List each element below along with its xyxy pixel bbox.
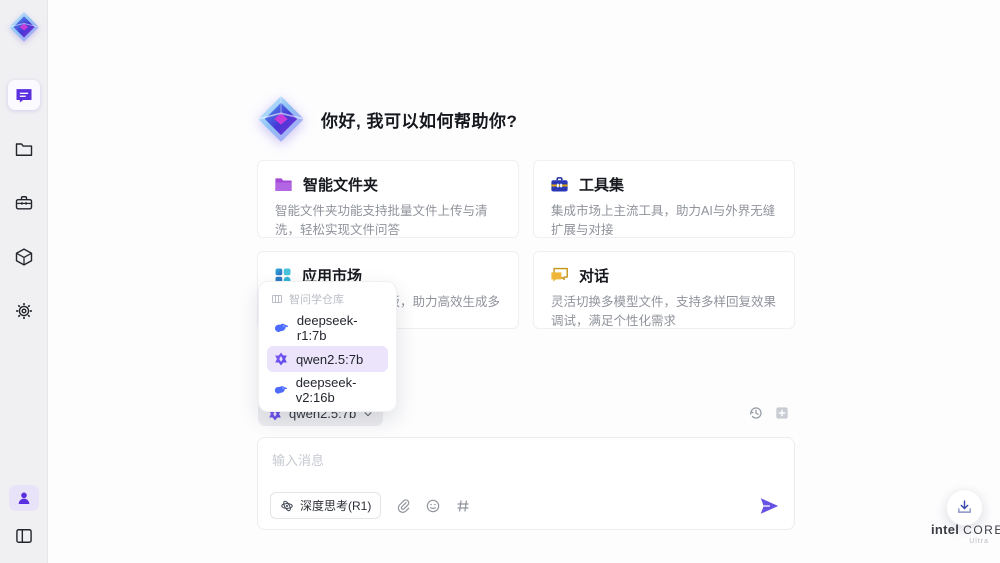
send-icon[interactable]	[758, 495, 780, 517]
sidebar-item-settings[interactable]	[8, 296, 40, 326]
panel-toggle-icon	[16, 529, 32, 543]
card-description: 集成市场上主流工具，助力AI与外界无缝扩展与对接	[551, 204, 776, 238]
model-option-label: qwen2.5:7b	[296, 351, 364, 367]
card-title: 智能文件夹	[303, 177, 379, 194]
gear-icon	[15, 303, 32, 319]
card-conversation[interactable]: 对话 灵活切换多模型文件，支持多样回复效果调试，满足个性化需求	[533, 251, 795, 329]
intel-brand-text: intel	[931, 522, 960, 537]
model-option-label: deepseek-v2:16b	[295, 375, 357, 405]
sidebar-item-folders[interactable]	[8, 134, 40, 164]
sidebar-collapse-toggle[interactable]	[8, 521, 40, 551]
qwen-logo-icon	[275, 352, 287, 366]
atom-icon	[281, 500, 293, 511]
deepseek-whale-icon	[274, 386, 288, 394]
chat-icon	[16, 89, 31, 103]
user-icon	[18, 492, 30, 504]
deep-think-toggle[interactable]: 深度思考(R1)	[270, 492, 382, 519]
sidebar-item-models[interactable]	[8, 242, 40, 272]
intel-core-badge: intel core Ultra	[931, 522, 1000, 545]
sidebar	[0, 0, 48, 563]
sidebar-item-chat[interactable]	[7, 80, 40, 110]
card-smart-folders[interactable]: 智能文件夹 智能文件夹功能支持批量文件上传与清洗，轻松实现文件问答	[257, 160, 519, 238]
new-chat-icon[interactable]	[774, 405, 790, 421]
repo-box-icon	[272, 295, 282, 303]
intel-tier-text: Ultra	[969, 538, 989, 545]
model-option-deepseek-r1[interactable]: deepseek-r1:7b	[267, 313, 388, 343]
intel-product-text: core	[963, 523, 1000, 537]
toolbox-icon	[15, 196, 32, 210]
card-description: 智能文件夹功能支持批量文件上传与清洗，轻松实现文件问答	[275, 204, 488, 238]
model-option-qwen[interactable]: qwen2.5:7b	[267, 346, 388, 372]
download-button[interactable]	[946, 489, 983, 526]
cube-icon	[15, 248, 32, 266]
card-title: 对话	[579, 268, 610, 285]
model-repo-label: 智问学仓库	[289, 294, 344, 306]
card-toolset[interactable]: 工具集 集成市场上主流工具，助力AI与外界无缝扩展与对接	[533, 160, 795, 238]
model-option-label: deepseek-r1:7b	[296, 313, 358, 343]
card-title: 工具集	[579, 177, 625, 194]
chat-bubbles-icon	[551, 267, 568, 282]
download-icon	[958, 500, 971, 513]
hash-prompt-icon[interactable]	[455, 498, 471, 514]
folder-icon	[15, 143, 32, 156]
greeting-title: 你好, 我可以如何帮助你?	[321, 111, 518, 131]
message-input[interactable]	[258, 438, 794, 482]
sidebar-item-toolbox[interactable]	[8, 188, 40, 218]
card-description: 灵活切换多模型文件，支持多样回复效果调试，满足个性化需求	[551, 295, 777, 329]
model-repo-header: 智问学仓库	[271, 291, 384, 307]
deep-think-label: 深度思考(R1)	[300, 499, 372, 513]
app-logo-icon	[257, 96, 305, 142]
attachment-icon[interactable]	[395, 498, 411, 514]
composer-toolbar: 深度思考(R1)	[270, 492, 780, 519]
history-icon[interactable]	[748, 405, 764, 421]
emoji-icon[interactable]	[425, 498, 441, 514]
toolbox-icon	[551, 177, 568, 192]
purple-folder-icon	[275, 178, 292, 191]
message-composer: 深度思考(R1)	[257, 437, 795, 530]
hero: 你好, 我可以如何帮助你?	[256, 94, 517, 144]
app-logo-icon	[8, 12, 39, 42]
deepseek-whale-icon	[274, 323, 289, 332]
model-option-deepseek-v2[interactable]: deepseek-v2:16b	[267, 375, 388, 405]
sidebar-item-account[interactable]	[9, 485, 39, 511]
chat-actions	[748, 405, 790, 421]
model-dropdown: 智问学仓库 deepseek-r1:7b qwen2.5:7b deepseek…	[258, 281, 397, 412]
